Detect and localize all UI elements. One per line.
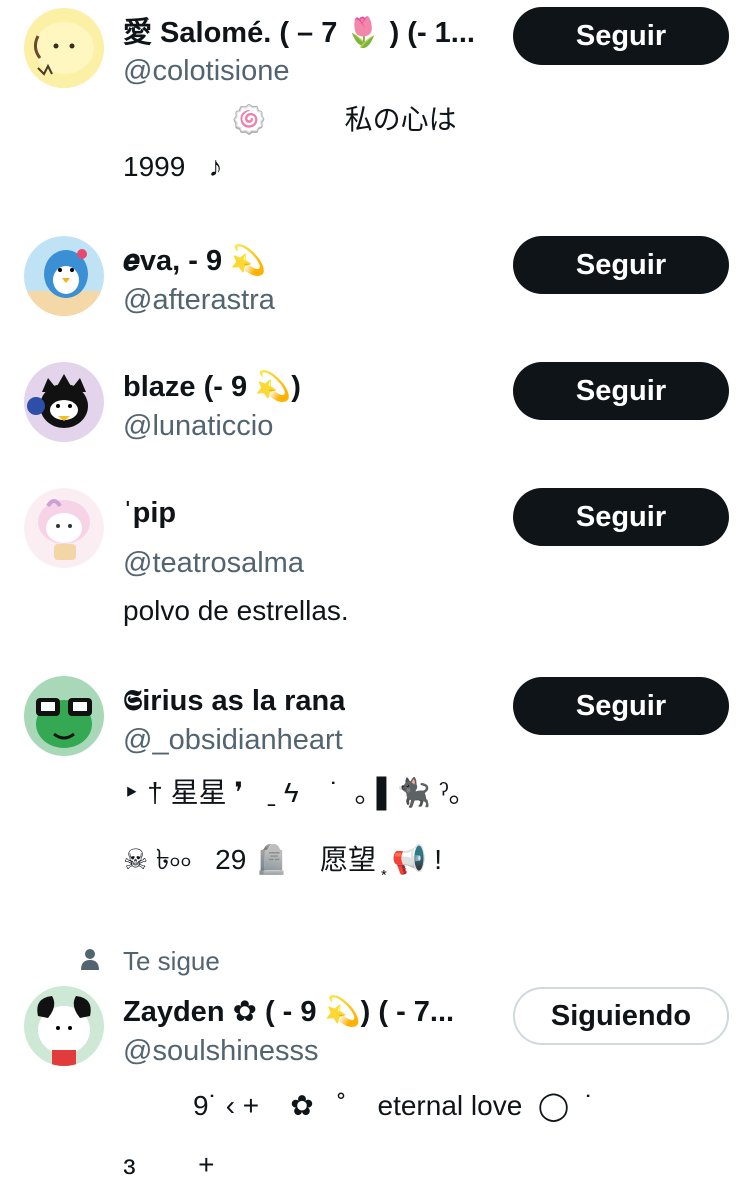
user-bio-line: 9˙ ‹ + ✿ ˚ eternal love ◯ ˙ [123,1090,595,1121]
user-handle: @teatrosalma [123,547,304,579]
avatar[interactable] [24,676,104,756]
display-name: 𝕾irius as la rana [123,685,346,717]
display-name: Zayden ✿ ( - 9 💫) ( - 7... [123,996,455,1028]
user-bio-line: ɜ + [123,1149,215,1180]
avatar[interactable] [24,236,104,316]
avatar[interactable] [24,8,104,88]
avatar[interactable] [24,362,104,442]
user-handle: @lunaticcio [123,410,274,442]
display-name: 𝒆va, - 9 💫 [123,245,267,277]
user-bio-line: polvo de estrellas. [123,595,349,626]
follow-button[interactable]: Seguir [513,677,729,735]
avatar[interactable] [24,488,104,568]
follow-button[interactable]: Seguir [513,362,729,420]
display-name: blaze (- 9 💫) [123,371,301,403]
follows-you-label: Te sigue [123,946,220,976]
user-bio-line: 🍥 私の心は [123,104,457,135]
user-bio-line: 1999 ♪ [123,151,223,182]
display-name: ˈpip [123,497,177,529]
user-bio-line: ☠︎ ৳৹৹ 29 🪦 愿望 ͙ 📢 ! [123,844,443,875]
follow-button[interactable]: Seguir [513,236,729,294]
user-handle: @afterastra [123,284,275,316]
user-handle: @soulshinesss [123,1035,319,1067]
person-icon [81,949,99,970]
follow-button[interactable]: Seguir [513,7,729,65]
avatar[interactable] [24,986,104,1066]
following-button[interactable]: Siguiendo [513,987,729,1045]
user-handle: @colotisione [123,55,290,87]
user-bio-line: ‣ † 星星 ❜ ˍ ϟ ˙ ｡ ▌🐈‍⬛ ˀ｡ [123,777,463,808]
follow-button[interactable]: Seguir [513,488,729,546]
display-name: 愛 Salomé. ( – 7 🌷 ) (- 1... [123,17,475,49]
user-handle: @_obsidianheart [123,724,343,756]
